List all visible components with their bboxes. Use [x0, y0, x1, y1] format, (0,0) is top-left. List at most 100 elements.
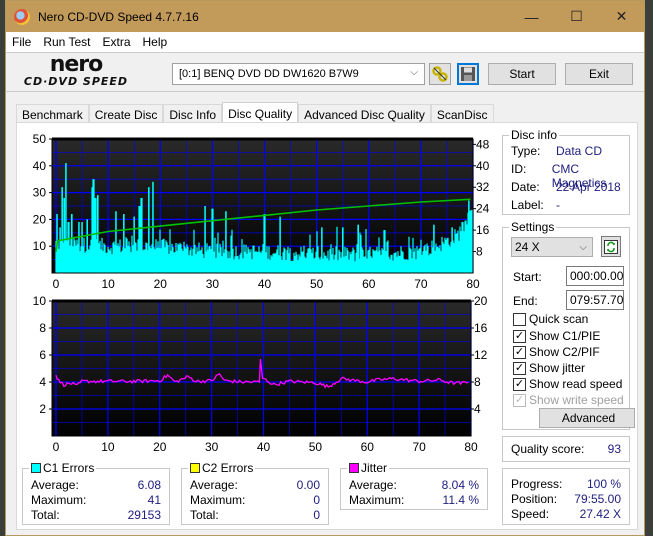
- checkbox-label: Quick scan: [529, 312, 589, 326]
- y2-tick-label: 40: [476, 159, 490, 173]
- y-tick-label: 6: [39, 348, 46, 362]
- tab-disc-quality[interactable]: Disc Quality: [222, 102, 299, 124]
- tab-disc-info[interactable]: Disc Info: [163, 104, 223, 124]
- show-read-speed-checkbox[interactable]: ✓ Show read speed: [513, 376, 622, 392]
- y-tick-label: 30: [33, 186, 47, 200]
- c1-total-value: 29153: [127, 508, 161, 522]
- show-c2-pif-checkbox[interactable]: ✓ Show C2/PIF: [513, 344, 600, 360]
- x-tick-label: 60: [362, 277, 376, 291]
- speed-label: Speed:: [511, 507, 550, 521]
- end-time-input[interactable]: 079:57.70: [566, 290, 624, 310]
- minimize-button[interactable]: —: [509, 1, 554, 32]
- chain-link-icon: [432, 66, 448, 82]
- app-icon: [14, 8, 30, 25]
- disc-type-value: Data CD: [556, 144, 603, 158]
- y-tick-label: 20: [33, 212, 47, 226]
- show-c1-pie-checkbox[interactable]: ✓ Show C1/PIE: [513, 328, 600, 344]
- y-tick-label: 2: [39, 402, 46, 416]
- menu-file[interactable]: File: [6, 35, 37, 49]
- disc-type-label: Type:: [511, 144, 541, 158]
- start-time-input[interactable]: 000:00.00: [566, 266, 624, 286]
- jitter-maximum-value: 11.4 %: [442, 493, 479, 507]
- c2-total-label: Total:: [190, 508, 219, 522]
- window-title: Nero CD-DVD Speed 4.7.7.16: [38, 9, 199, 24]
- progress-group: Progress: 100 % Position: 79:55.00 Speed: 2…: [502, 468, 630, 525]
- x-tick-label: 10: [101, 277, 115, 291]
- disc-quality-panel: 0 10 20 30 40 50 60 70 80 10 20 30 40 50 8 16 24 32 40 48 0 1…: [16, 122, 638, 530]
- start-label: Start:: [513, 270, 542, 284]
- toolbar: nero CD·DVD SPEED [0:1] BENQ DVD DD DW16…: [6, 52, 644, 92]
- drive-info-button[interactable]: [429, 63, 451, 85]
- drive-select[interactable]: [0:1] BENQ DVD DD DW1620 B7W9 ⌵: [172, 63, 425, 85]
- start-time-value: 000:00.00: [570, 269, 624, 283]
- x-tick-label: 10: [101, 440, 115, 454]
- quick-scan-checkbox[interactable]: Quick scan: [513, 311, 588, 327]
- chevron-down-icon: ⌵: [410, 67, 418, 78]
- y2-tick-label: 24: [476, 202, 490, 216]
- c1-maximum-label: Maximum:: [31, 493, 87, 507]
- tab-create-disc[interactable]: Create Disc: [88, 104, 164, 124]
- maximize-button[interactable]: ☐: [554, 1, 599, 32]
- checkmark-icon: ✓: [513, 377, 526, 391]
- speed-value: 27.42 X: [579, 507, 621, 521]
- menu-run-test[interactable]: Run Test: [37, 35, 96, 49]
- floppy-disk-icon: [461, 67, 475, 81]
- y2-tick-label: 48: [476, 137, 490, 151]
- x-tick-label: 20: [154, 277, 168, 291]
- checkbox-label: Show C2/PIF: [529, 345, 600, 359]
- checkmark-icon: ✓: [513, 345, 526, 359]
- y-tick-label: 10: [33, 294, 47, 308]
- c2-maximum-label: Maximum:: [190, 493, 246, 507]
- x-tick-label: 40: [258, 277, 272, 291]
- quality-score-value: 93: [607, 442, 621, 456]
- title-bar[interactable]: Nero CD-DVD Speed 4.7.7.16 — ☐ ✕: [6, 1, 644, 32]
- end-time-value: 079:57.70: [570, 293, 624, 307]
- close-button[interactable]: ✕: [599, 1, 644, 32]
- c2-errors-title: C2 Errors: [202, 461, 254, 475]
- checkbox-label: Show write speed: [529, 393, 624, 407]
- disc-date-label: Date:: [511, 180, 540, 194]
- disc-label-value: -: [556, 198, 560, 212]
- exit-button[interactable]: Exit: [565, 63, 633, 85]
- c2-average-value: 0.00: [296, 478, 320, 492]
- jitter-group: Jitter Average: 8.04 % Maximum: 11.4 %: [340, 461, 488, 510]
- y-tick-label: 4: [39, 375, 46, 389]
- menu-extra[interactable]: Extra: [96, 35, 136, 49]
- speed-select[interactable]: 24 X ⌵: [511, 237, 593, 257]
- x-tick-label: 50: [310, 277, 324, 291]
- c2-maximum-value: 0: [313, 493, 320, 507]
- disc-label-label: Label:: [511, 198, 544, 212]
- y2-tick-label: 8: [474, 375, 481, 389]
- jitter-title: Jitter: [361, 461, 388, 475]
- checkmark-icon: ✓: [513, 393, 526, 407]
- advanced-button[interactable]: Advanced: [539, 408, 635, 428]
- disc-id-value: CMC Magnetics: [551, 162, 607, 190]
- x-tick-label: 70: [412, 440, 426, 454]
- tab-benchmark[interactable]: Benchmark: [16, 104, 89, 124]
- y-tick-label: 40: [33, 159, 47, 173]
- c2-errors-group: C2 Errors Average: 0.00 Maximum: 0 Total: 0: [181, 461, 329, 525]
- quality-score-group: Quality score: 93: [502, 436, 630, 462]
- save-button[interactable]: [457, 63, 479, 85]
- app-window: Nero CD-DVD Speed 4.7.7.16 — ☐ ✕ File Ru…: [5, 0, 645, 536]
- refresh-speeds-button[interactable]: [601, 236, 621, 257]
- checkbox-box: [513, 312, 526, 326]
- menu-help[interactable]: Help: [137, 35, 174, 49]
- disc-info-group: Disc info Type: Data CD ID: CMC Magnetics …: [502, 128, 630, 215]
- y2-tick-label: 16: [476, 223, 490, 237]
- x-tick-label: 0: [53, 277, 60, 291]
- c1-errors-title: C1 Errors: [43, 461, 95, 475]
- tab-scandisc[interactable]: ScanDisc: [430, 104, 494, 124]
- x-tick-label: 50: [309, 440, 323, 454]
- progress-value: 100 %: [586, 477, 621, 491]
- x-tick-label: 30: [205, 440, 219, 454]
- position-label: Position:: [511, 492, 558, 506]
- start-button[interactable]: Start: [488, 63, 556, 85]
- menu-bar: File Run Test Extra Help: [6, 32, 644, 52]
- tab-advanced-disc-quality[interactable]: Advanced Disc Quality: [298, 104, 431, 124]
- show-jitter-checkbox[interactable]: ✓ Show jitter: [513, 360, 585, 376]
- drive-select-value: [0:1] BENQ DVD DD DW1620 B7W9: [179, 68, 359, 80]
- x-tick-label: 80: [466, 277, 480, 291]
- x-tick-label: 30: [206, 277, 220, 291]
- logo-subtitle: CD·DVD SPEED: [23, 75, 129, 88]
